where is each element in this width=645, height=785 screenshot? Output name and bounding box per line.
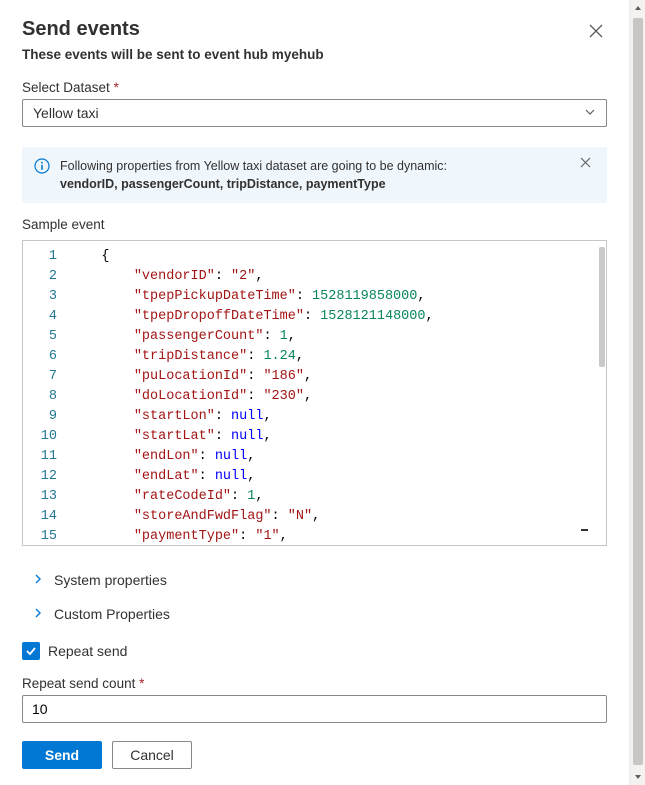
dataset-label: Select Dataset * bbox=[22, 80, 607, 95]
custom-properties-label: Custom Properties bbox=[54, 606, 170, 622]
dataset-value: Yellow taxi bbox=[33, 105, 99, 121]
repeat-count-label: Repeat send count * bbox=[22, 676, 607, 691]
panel-title: Send events bbox=[22, 18, 140, 41]
sample-event-editor[interactable]: 12345678910111213141516 { "vendorID": "2… bbox=[22, 240, 607, 546]
sample-event-label: Sample event bbox=[22, 217, 607, 232]
info-dynamic-props: vendorID, passengerCount, tripDistance, … bbox=[60, 177, 386, 191]
panel-scrollbar[interactable] bbox=[629, 0, 645, 785]
code-content[interactable]: { "vendorID": "2", "tpepPickupDateTime":… bbox=[69, 247, 606, 546]
system-properties-toggle[interactable]: System properties bbox=[22, 568, 607, 602]
editor-cursor bbox=[581, 529, 588, 531]
repeat-send-label: Repeat send bbox=[48, 643, 127, 659]
code-gutter: 12345678910111213141516 bbox=[23, 241, 69, 545]
info-text-prefix: Following properties from Yellow taxi da… bbox=[60, 159, 447, 173]
scroll-up-icon[interactable] bbox=[630, 0, 645, 16]
scroll-down-icon[interactable] bbox=[630, 769, 645, 785]
close-icon[interactable] bbox=[585, 20, 607, 46]
repeat-send-checkbox[interactable] bbox=[22, 642, 40, 660]
scrollbar-thumb[interactable] bbox=[633, 18, 643, 765]
chevron-right-icon bbox=[32, 606, 44, 622]
chevron-right-icon bbox=[32, 572, 44, 588]
repeat-count-input[interactable] bbox=[22, 695, 607, 723]
send-button[interactable]: Send bbox=[22, 741, 102, 769]
info-close-icon[interactable] bbox=[576, 157, 595, 170]
dataset-select[interactable]: Yellow taxi bbox=[22, 99, 607, 127]
chevron-down-icon bbox=[584, 105, 596, 121]
info-icon bbox=[34, 158, 50, 177]
panel-subtitle: These events will be sent to event hub m… bbox=[22, 47, 607, 62]
system-properties-label: System properties bbox=[54, 572, 167, 588]
custom-properties-toggle[interactable]: Custom Properties bbox=[22, 602, 607, 636]
cancel-button[interactable]: Cancel bbox=[112, 741, 192, 769]
editor-scrollbar-thumb[interactable] bbox=[599, 247, 605, 367]
info-message: Following properties from Yellow taxi da… bbox=[22, 147, 607, 203]
